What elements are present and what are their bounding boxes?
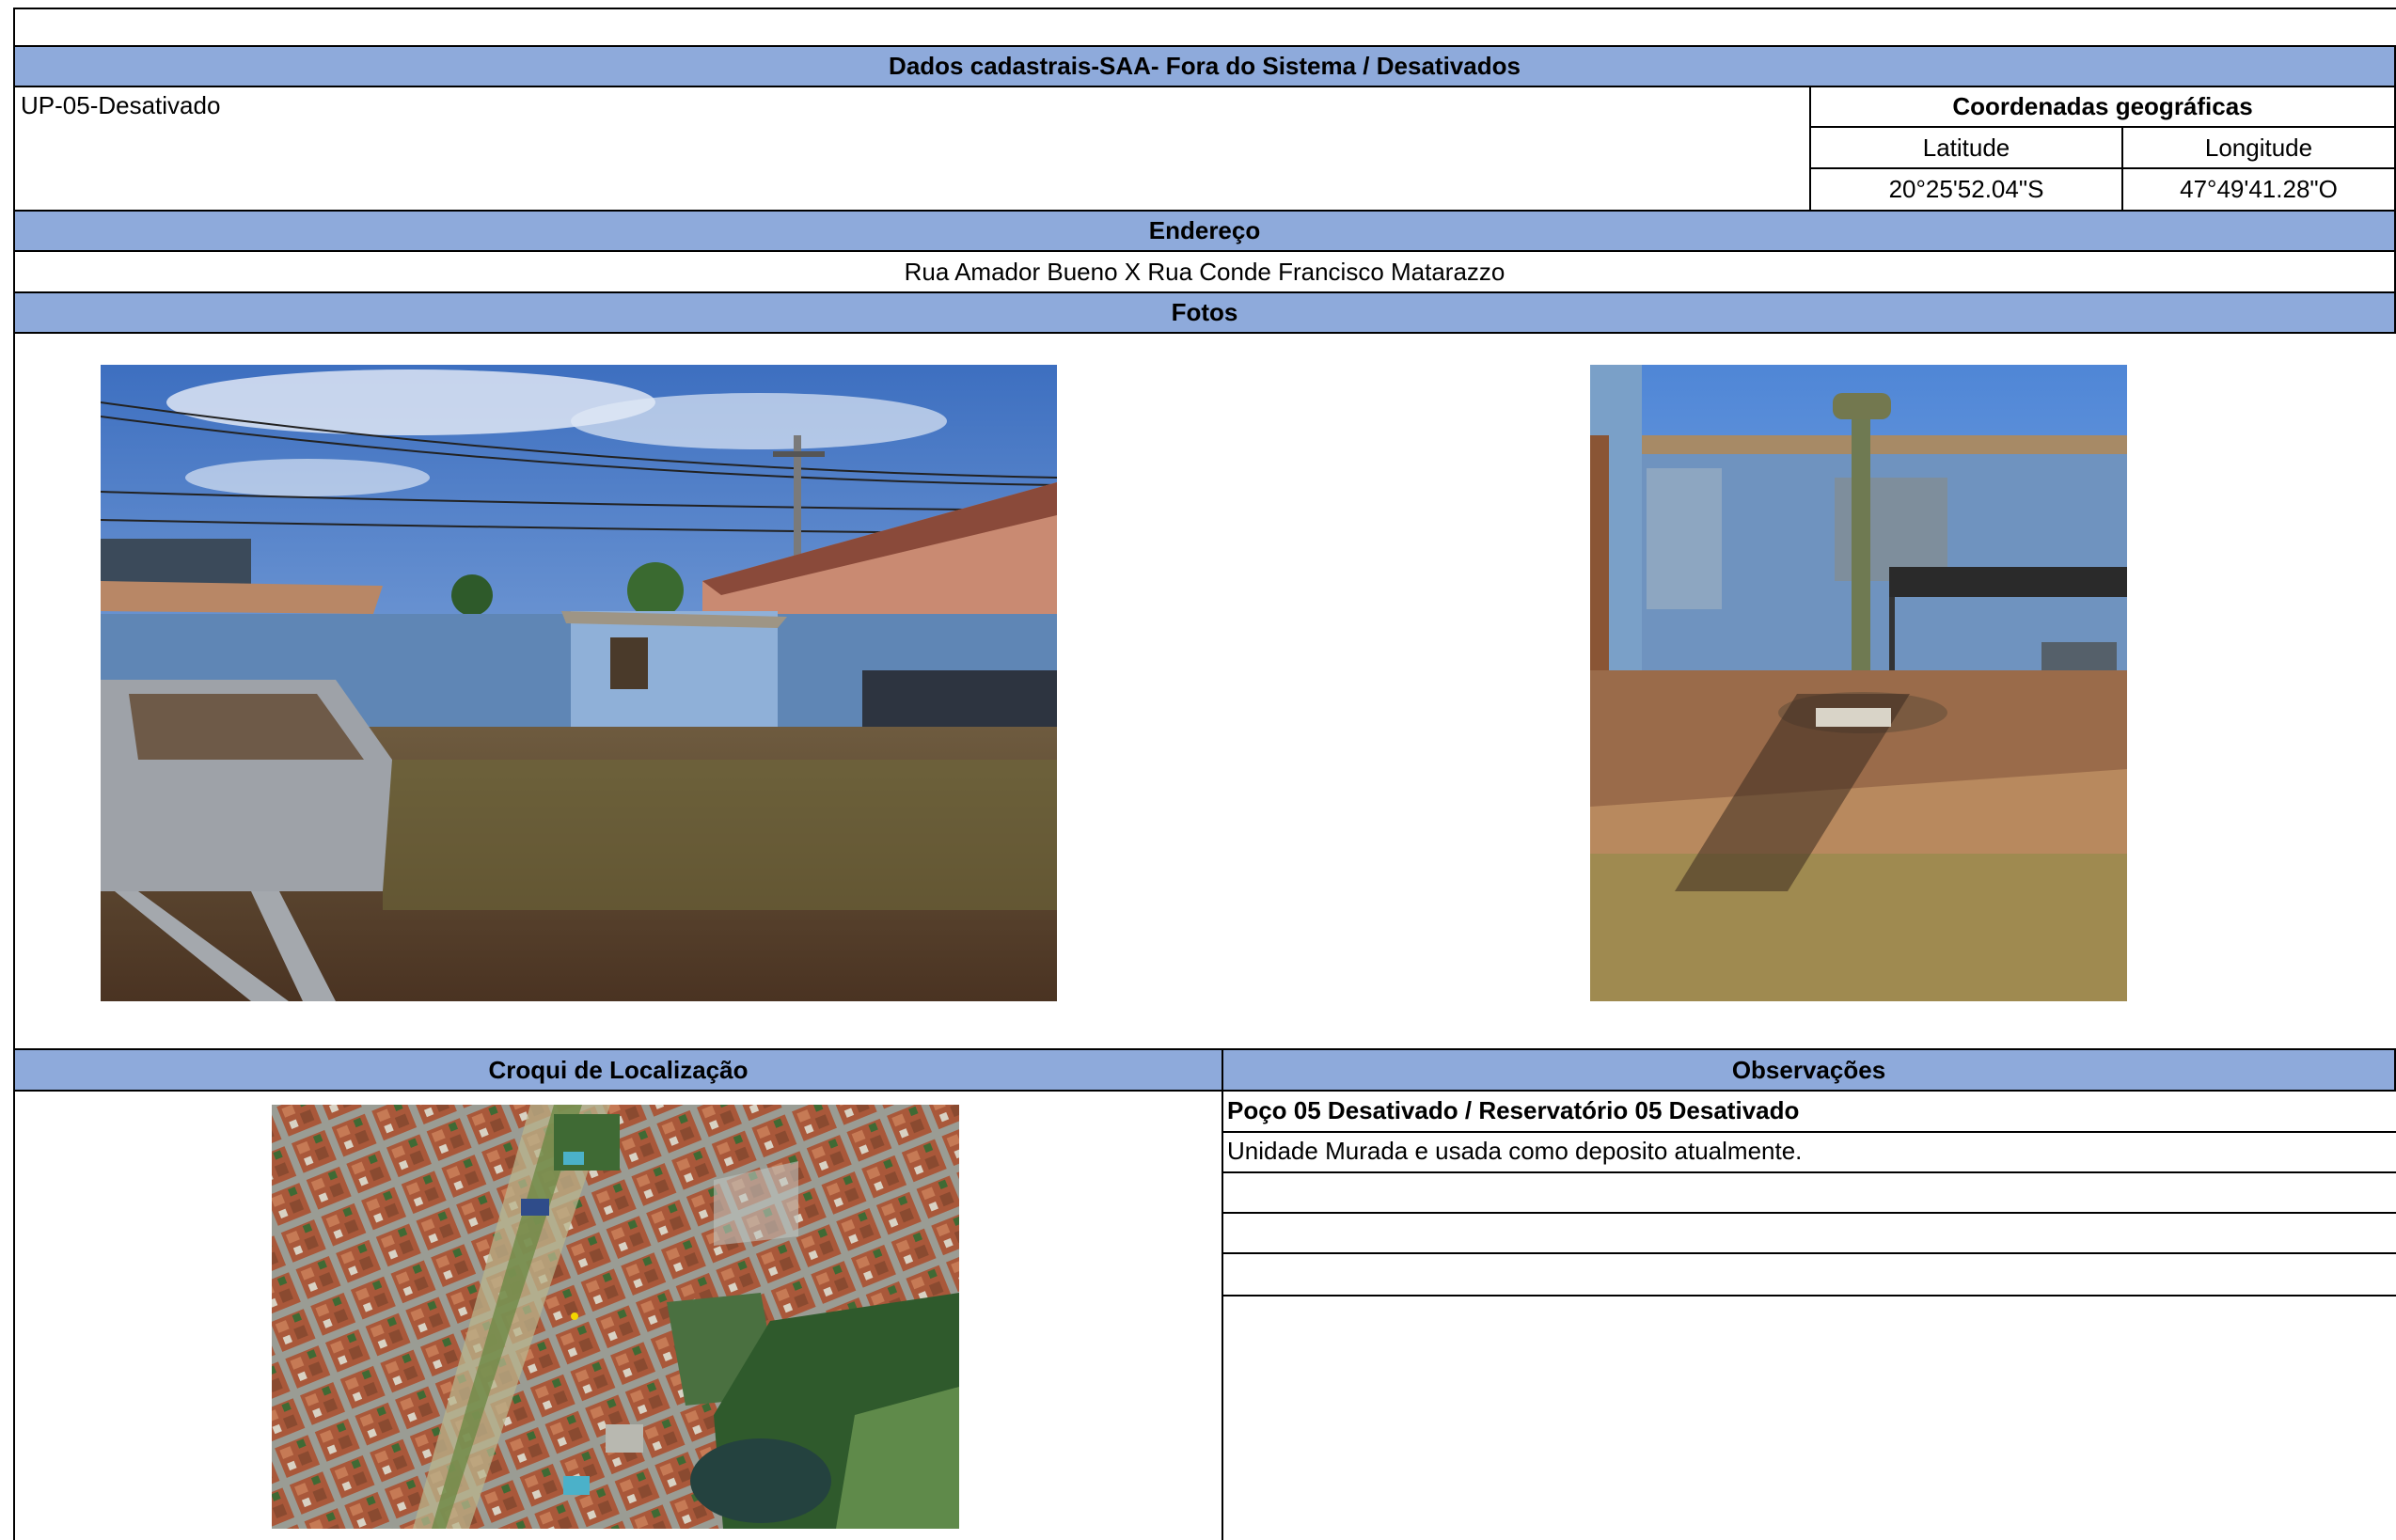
- location-map-image: [272, 1105, 959, 1529]
- unit-name: UP-05-Desativado: [21, 91, 221, 119]
- address-label: Endereço: [1148, 216, 1261, 244]
- photos-header: Fotos: [13, 291, 2396, 334]
- location-sketch-label: Croqui de Localização: [488, 1055, 749, 1084]
- observation-row: [1222, 1252, 2396, 1296]
- observation-line-1: Poço 05 Desativado / Reservatório 05 Des…: [1227, 1095, 1800, 1124]
- observation-row: [1222, 1171, 2396, 1214]
- longitude-label-cell: Longitude: [2121, 126, 2396, 169]
- latitude-label: Latitude: [1922, 133, 2010, 162]
- coordinates-label-cell: Coordenadas geográficas: [1809, 86, 2396, 128]
- site-photo-1: [101, 365, 1057, 1001]
- longitude-value: 47°49'41.28"O: [2180, 175, 2338, 203]
- address-value: Rua Amador Bueno X Rua Conde Francisco M…: [904, 257, 1505, 286]
- latitude-value-cell: 20°25'52.04"S: [1809, 167, 2123, 212]
- observation-row: Poço 05 Desativado / Reservatório 05 Des…: [1222, 1090, 2396, 1133]
- observations-header: Observações: [1222, 1048, 2396, 1092]
- latitude-value: 20°25'52.04"S: [1888, 175, 2044, 203]
- page-title: Dados cadastrais-SAA- Fora do Sistema / …: [889, 52, 1521, 80]
- observation-row: Unidade Murada e usada como deposito atu…: [1222, 1131, 2396, 1173]
- location-sketch-header: Croqui de Localização: [13, 1048, 1223, 1092]
- coordinates-label: Coordenadas geográficas: [1952, 92, 2253, 120]
- longitude-value-cell: 47°49'41.28"O: [2121, 167, 2396, 212]
- latitude-label-cell: Latitude: [1809, 126, 2123, 169]
- observations-label: Observações: [1731, 1055, 1886, 1084]
- address-header: Endereço: [13, 210, 2396, 252]
- longitude-label: Longitude: [2204, 133, 2313, 162]
- unit-name-cell: UP-05-Desativado: [13, 86, 1811, 212]
- observation-row: [1222, 1212, 2396, 1254]
- top-border: [13, 8, 2396, 9]
- observation-line-2: Unidade Murada e usada como deposito atu…: [1227, 1137, 1803, 1165]
- photos-label: Fotos: [1171, 298, 1238, 326]
- page-title-bar: Dados cadastrais-SAA- Fora do Sistema / …: [13, 45, 2396, 87]
- site-photo-2: [1590, 365, 2127, 1001]
- address-value-cell: Rua Amador Bueno X Rua Conde Francisco M…: [13, 250, 2396, 293]
